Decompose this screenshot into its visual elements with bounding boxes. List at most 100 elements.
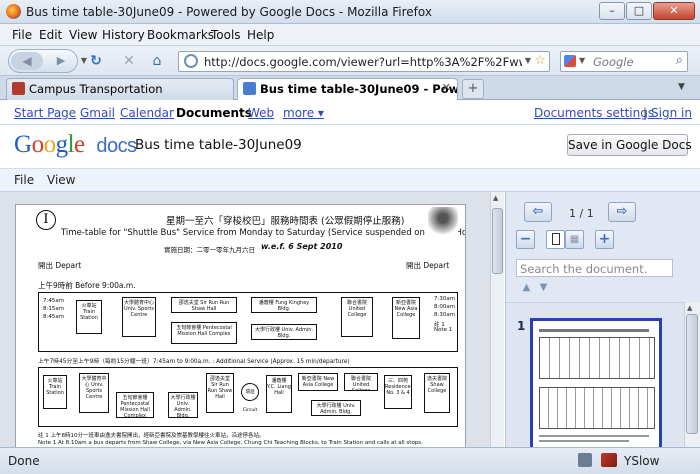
search-previous-icon[interactable]: ▲ — [520, 282, 533, 296]
docs-wordmark: docs — [96, 135, 137, 157]
stop-box: 新亞書院 New Asia College — [392, 297, 420, 339]
addon-icon[interactable] — [578, 453, 592, 467]
bookmark-star-icon[interactable]: ☆ — [534, 53, 546, 68]
time-right: 8:30am — [434, 312, 456, 318]
grid-view-icon[interactable]: ▦ — [565, 230, 584, 249]
stop-box: 五旬節會樓 Pentecostal Mission Hall Complex — [116, 392, 154, 418]
stop-box: 聯合書院 United College — [341, 297, 373, 337]
google-bar: Start Page Gmail Calendar Documents Web … — [0, 100, 700, 125]
time-left: 7:45am — [43, 298, 65, 304]
depart-label-left: 開出 Depart — [38, 261, 82, 270]
link-documents-settings[interactable]: Documents settings — [534, 106, 654, 120]
link-more[interactable]: more ▾ — [283, 106, 324, 120]
address-bar[interactable]: http://docs.google.com/viewer?url=http%3… — [178, 51, 550, 72]
effective-date-english: w.e.f. 6 Sept 2010 — [261, 242, 343, 251]
stop-box: 五旬節會樓 Pentecostal Mission Hall Complex — [171, 322, 237, 344]
page-count: 1 / 1 — [569, 207, 594, 220]
search-box[interactable]: ▼ Google ⌕ — [560, 51, 688, 72]
link-documents-current: Documents — [176, 106, 252, 120]
google-wordmark: Google — [14, 131, 85, 158]
tab-label: Bus time table-30June09 - Power... — [260, 82, 457, 96]
stop-box: 邵逸夫堂 Sir Run Run Shaw Hall — [206, 373, 234, 413]
yslow-label[interactable]: YSlow — [624, 454, 659, 468]
viewer-scrollbar[interactable]: ▲ — [490, 192, 504, 447]
reload-icon[interactable]: ↻ — [87, 52, 105, 70]
menu-file[interactable]: File — [12, 28, 32, 42]
minimize-button[interactable]: – — [599, 2, 625, 20]
menu-view[interactable]: View — [69, 28, 97, 42]
page-content: Start Page Gmail Calendar Documents Web … — [0, 100, 700, 447]
cuhk-favicon-icon — [12, 82, 25, 95]
menu-help[interactable]: Help — [247, 28, 274, 42]
document-title: Bus time table-30June09 — [135, 137, 302, 153]
tab-label: Campus Transportation — [29, 82, 163, 96]
google-engine-icon[interactable] — [564, 55, 576, 67]
engine-dropdown-icon[interactable]: ▼ — [579, 56, 585, 65]
back-icon[interactable]: ◀ — [11, 52, 43, 70]
viewer-menu-view[interactable]: View — [47, 173, 75, 187]
route-number-badge: I — [36, 210, 56, 230]
stop-box: 逸夫書院 Shaw College — [424, 373, 450, 413]
yslow-icon[interactable] — [601, 453, 617, 467]
url-dropdown-icon[interactable]: ▼ — [525, 56, 531, 65]
globe-icon — [184, 54, 198, 68]
thumbnail-scrollbar[interactable]: ▲ — [684, 302, 700, 447]
tab-campus-transportation[interactable]: Campus Transportation — [6, 78, 234, 100]
stop-box: 潘蔭樓 Fung Kinghey Bldg. — [251, 297, 317, 313]
save-in-google-docs-button[interactable]: Save in Google Docs — [567, 134, 692, 156]
stop-box: 大學體育中心 Univ. Sports Centre — [122, 297, 156, 337]
document-search-input[interactable]: Search the document. — [516, 259, 673, 277]
schedule-title-english: Time-table for "Shuttle Bus" Service fro… — [61, 228, 466, 238]
schedule-title-chinese: 星期一至六「穿梭校巴」服務時間表 (公眾假期停止服務) — [166, 216, 405, 227]
zoom-out-button[interactable]: − — [516, 230, 535, 249]
search-icon[interactable]: ⌕ — [676, 53, 683, 68]
close-button[interactable]: ✕ — [653, 2, 695, 20]
zoom-in-button[interactable]: + — [595, 230, 614, 249]
stop-box: 潘蔭樓 Y.C. Liang Hall — [266, 375, 292, 413]
google-docs-logo[interactable]: Google docs — [14, 131, 137, 159]
viewer-menu-file[interactable]: File — [14, 173, 34, 187]
tab-bus-timetable[interactable]: Bus time table-30June09 - Power... ✕ — [237, 78, 458, 101]
thumbnail-strip: 1 — [506, 302, 684, 447]
menu-bookmarks[interactable]: Bookmarks — [147, 28, 214, 42]
scroll-up-icon[interactable]: ▲ — [493, 194, 498, 202]
scrollbar-thumb[interactable] — [492, 208, 503, 274]
forward-icon[interactable]: ▶ — [49, 52, 73, 70]
section-before-9am: 上午9時前 Before 9:00a.m. — [38, 281, 136, 290]
menu-edit[interactable]: Edit — [39, 28, 62, 42]
stop-box: 新亞書院 New Asia College — [298, 373, 338, 391]
link-calendar[interactable]: Calendar — [120, 106, 174, 120]
link-start-page[interactable]: Start Page — [14, 106, 76, 120]
status-text: Done — [8, 454, 40, 468]
menu-history[interactable]: History — [102, 28, 145, 42]
link-web[interactable]: Web — [248, 106, 274, 120]
maximize-button[interactable]: □ — [626, 2, 652, 20]
section-additional-service: 上午7時45分至上午9時（每約15分鐘一班）7:45am to 9:00a.m.… — [38, 359, 350, 365]
previous-page-button[interactable]: ⇦ — [524, 202, 552, 222]
search-next-icon[interactable]: ▼ — [537, 282, 550, 296]
document-viewer[interactable]: I 星期一至六「穿梭校巴」服務時間表 (公眾假期停止服務) Time-table… — [0, 192, 490, 447]
link-gmail[interactable]: Gmail — [80, 106, 115, 120]
tab-list-icon[interactable]: ▼ — [678, 82, 685, 92]
link-sign-in[interactable]: Sign in — [651, 106, 692, 120]
depart-label-right: 開出 Depart — [406, 261, 450, 270]
note-english: Note 1 At 8:10am a bus departs from Shaw… — [38, 440, 423, 446]
menu-bar: File Edit View History Bookmarks Tools H… — [0, 24, 700, 46]
stop-icon[interactable]: ✕ — [120, 52, 138, 70]
new-tab-button[interactable]: + — [462, 79, 484, 99]
single-page-view-icon[interactable] — [546, 230, 565, 249]
tab-close-icon[interactable]: ✕ — [442, 81, 451, 94]
scrollbar-thumb[interactable] — [686, 314, 698, 434]
next-page-button[interactable]: ⇨ — [608, 202, 636, 222]
navigation-toolbar: ◀ ▶ ▼ ↻ ✕ ⌂ http://docs.google.com/viewe… — [0, 46, 700, 76]
home-icon[interactable]: ⌂ — [148, 52, 166, 70]
thumbnail-number: 1 — [517, 319, 526, 333]
search-placeholder[interactable]: Google — [593, 55, 634, 69]
nav-separator: | — [643, 106, 648, 120]
scroll-up-icon[interactable]: ▲ — [687, 304, 692, 312]
page-thumbnail[interactable] — [530, 318, 662, 447]
menu-tools[interactable]: Tools — [211, 28, 241, 42]
stop-box: 火車站 Train Station — [43, 375, 67, 409]
url-text[interactable]: http://docs.google.com/viewer?url=http%3… — [204, 55, 522, 69]
tab-bar: Campus Transportation Bus time table-30J… — [0, 76, 700, 101]
